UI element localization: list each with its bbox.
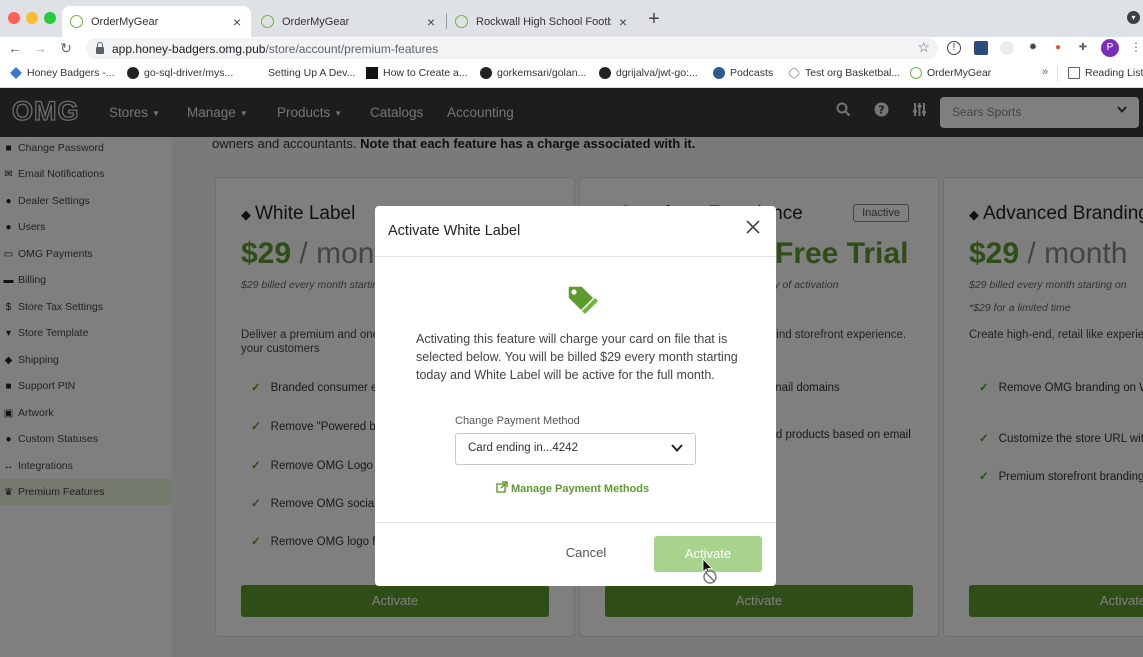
browser-tab-bar: OrderMyGear × OrderMyGear × Rockwall Hig… <box>0 0 1143 37</box>
close-icon[interactable] <box>745 219 761 237</box>
window-zoom-button[interactable] <box>44 12 56 24</box>
manage-payment-methods-link[interactable]: Manage Payment Methods <box>496 481 649 496</box>
activate-white-label-modal: Activate White Label Activating this fea… <box>375 206 776 586</box>
bookmark-favicon-icon <box>10 67 22 79</box>
github-icon <box>599 67 611 79</box>
puzzle-icon[interactable]: ✚ <box>1076 41 1090 55</box>
window-close-button[interactable] <box>8 12 20 24</box>
browser-menu-icon[interactable]: ⋮ <box>1130 40 1142 54</box>
bookmarks-overflow-icon[interactable]: » <box>1042 66 1048 78</box>
tab-title: OrderMyGear <box>91 15 159 28</box>
tab-close-icon[interactable]: × <box>425 14 437 30</box>
back-icon[interactable]: ← <box>7 40 23 56</box>
chevron-down-icon <box>671 441 683 458</box>
tab-title: Rockwall High School Football <box>476 15 611 28</box>
bookmark-item[interactable]: go-sql-driver/mys... <box>127 67 233 79</box>
payment-method-label: Change Payment Method <box>455 415 580 427</box>
bookmark-item[interactable]: Honey Badgers -... <box>10 67 115 79</box>
modal-title: Activate White Label <box>388 223 521 239</box>
bookmark-item[interactable]: gorkemsari/golan... <box>480 67 586 79</box>
bookmark-star-icon[interactable]: ☆ <box>917 39 930 56</box>
tab-close-icon[interactable]: × <box>231 14 243 30</box>
url-field[interactable]: app.honey-badgers.omg.pub/store/account/… <box>86 38 938 59</box>
github-icon <box>480 67 492 79</box>
forward-icon[interactable]: → <box>32 40 48 56</box>
bookmarks-divider <box>1057 66 1058 82</box>
address-bar: ← → ↻ app.honey-badgers.omg.pub/store/ac… <box>0 37 1143 61</box>
reload-icon[interactable]: ↻ <box>58 40 74 57</box>
modal-header: Activate White Label <box>375 206 776 257</box>
modal-message: Activating this feature will charge your… <box>416 332 738 382</box>
lock-icon <box>96 42 104 54</box>
bookmark-item[interactable]: Podcasts <box>713 67 773 79</box>
github-icon <box>127 67 139 79</box>
not-allowed-cursor-icon <box>702 557 722 591</box>
reading-list-button[interactable]: Reading List <box>1068 67 1143 79</box>
extension-icon[interactable]: ● <box>1051 41 1065 55</box>
bookmarks-bar: Honey Badgers -... go-sql-driver/mys... … <box>0 61 1143 88</box>
tab-search-icon[interactable]: ▾ <box>1127 11 1140 24</box>
tab-close-icon[interactable]: × <box>617 14 629 30</box>
browser-tab[interactable]: Rockwall High School Football × <box>447 6 637 37</box>
bookmark-item[interactable]: Test org Basketbal... <box>787 66 900 80</box>
payment-method-select[interactable]: Card ending in...4242 <box>455 433 696 465</box>
bookmark-item[interactable]: OrderMyGear <box>910 67 991 79</box>
browser-tab[interactable]: OrderMyGear × <box>62 6 251 37</box>
omg-favicon-icon <box>261 15 274 28</box>
omg-favicon-icon <box>910 67 922 79</box>
extension-icon[interactable] <box>1000 41 1014 55</box>
omg-favicon-icon <box>455 15 468 28</box>
external-link-icon <box>496 481 508 496</box>
profile-avatar[interactable]: P <box>1101 39 1119 57</box>
extension-icon[interactable] <box>974 41 988 55</box>
tab-title: OrderMyGear <box>282 15 350 28</box>
info-extension-icon[interactable]: ! <box>947 41 961 55</box>
bookmark-item[interactable]: dgrijalva/jwt-go:... <box>599 67 698 79</box>
reading-list-icon <box>1068 67 1080 79</box>
url-text: app.honey-badgers.omg.pub/store/account/… <box>112 41 439 56</box>
bookmark-item[interactable]: How to Create a... <box>366 67 468 79</box>
modal-footer-divider <box>375 522 776 523</box>
podcast-icon <box>713 67 725 79</box>
tags-icon <box>556 280 598 323</box>
window-minimize-button[interactable] <box>26 12 38 24</box>
new-tab-icon[interactable]: + <box>646 8 662 31</box>
cancel-button[interactable]: Cancel <box>551 545 621 560</box>
tag-icon <box>787 66 801 80</box>
browser-tab[interactable]: OrderMyGear × <box>253 6 445 37</box>
bookmark-favicon-icon <box>366 67 378 79</box>
gear-extension-icon[interactable]: ✹ <box>1026 41 1040 55</box>
bookmark-item[interactable]: Setting Up A Dev... <box>268 67 355 79</box>
omg-favicon-icon <box>70 15 83 28</box>
